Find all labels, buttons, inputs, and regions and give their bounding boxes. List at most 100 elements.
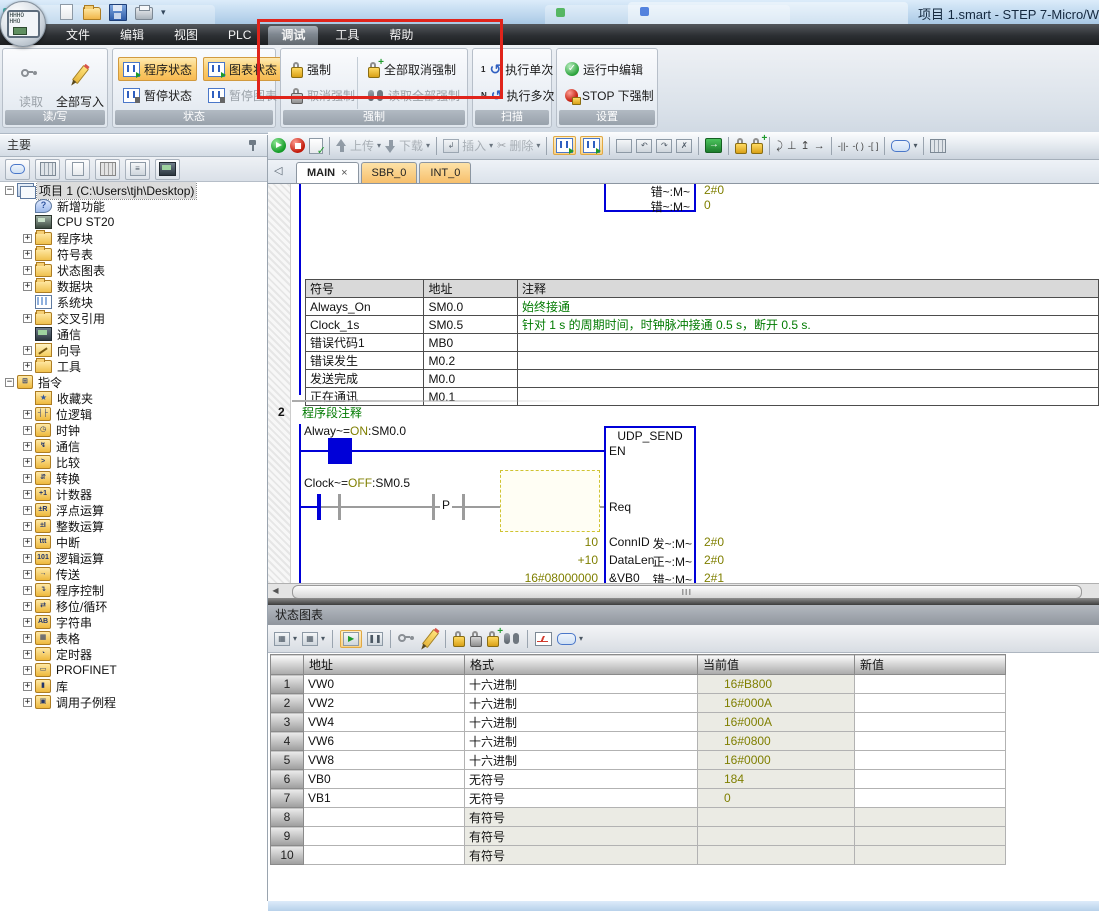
tree-item-bit-logic[interactable]: +位逻辑: [0, 406, 268, 422]
addressing-button[interactable]: ▾: [891, 140, 917, 152]
table-row[interactable]: 6VB0无符号184: [271, 770, 1006, 789]
tree-item-floating-point-math[interactable]: +浮点运算: [0, 502, 268, 518]
tab-int0[interactable]: INT_0: [419, 162, 471, 183]
table-row[interactable]: 7VB1无符号0: [271, 789, 1006, 808]
branch-down-tool[interactable]: ⤸: [776, 139, 783, 153]
status-chart-view-button[interactable]: [35, 159, 60, 180]
table-row[interactable]: 10有符号: [271, 846, 1006, 865]
tree-item-data-block[interactable]: +数据块: [0, 278, 268, 294]
editor-horizontal-scrollbar[interactable]: ◀: [268, 583, 1099, 598]
tab-edit[interactable]: 编辑: [107, 26, 157, 45]
run-button[interactable]: [271, 138, 286, 153]
table-row[interactable]: 3VW4十六进制16#000A: [271, 713, 1006, 732]
tree-item-table[interactable]: +表格: [0, 630, 268, 646]
new-document-icon[interactable]: [60, 4, 73, 20]
tree-item-program-control[interactable]: +程序控制: [0, 582, 268, 598]
table-row[interactable]: 8有符号: [271, 808, 1006, 827]
selection-placeholder-box[interactable]: [500, 470, 600, 532]
project-view-button[interactable]: [5, 159, 30, 180]
insert-contact-tool[interactable]: -||-: [838, 139, 849, 153]
tree-item-call-subroutines[interactable]: +调用子例程: [0, 694, 268, 710]
line-up-tool[interactable]: ↥: [801, 139, 810, 153]
table-row[interactable]: 4VW6十六进制16#0800: [271, 732, 1006, 751]
insert-coil-tool[interactable]: -( ): [852, 139, 864, 153]
tree-item-project-root[interactable]: −项目 1 (C:\Users\tjh\Desktop): [0, 182, 268, 198]
program-status-button[interactable]: 程序状态: [118, 57, 197, 81]
write-all-button[interactable]: 全部写入: [55, 55, 105, 115]
read-button[interactable]: [398, 634, 418, 644]
force-toolbar-button[interactable]: [735, 138, 747, 153]
status-chart-table[interactable]: 地址 格式 当前值 新值 1VW0十六进制16#B800 2VW2十六进制16#…: [270, 654, 1006, 865]
tree-item-move[interactable]: +传送: [0, 566, 268, 582]
branch-up-tool[interactable]: ⊥: [787, 139, 797, 153]
tree-item-instructions[interactable]: −指令: [0, 374, 268, 390]
stop-button[interactable]: [290, 138, 305, 153]
tree-item-symbol-table[interactable]: +符号表: [0, 246, 268, 262]
delete-button[interactable]: ✂删除▾: [497, 137, 540, 154]
cross-reference-view-button[interactable]: ≡: [125, 159, 150, 180]
tree-item-interrupt[interactable]: +中断: [0, 534, 268, 550]
network-comment[interactable]: 程序段注释: [302, 404, 362, 421]
download-button[interactable]: 下载▾: [385, 137, 430, 154]
pause-status-button[interactable]: 暂停状态: [118, 83, 197, 107]
line-right-tool[interactable]: →: [814, 139, 825, 153]
tree-item-convert[interactable]: +转换: [0, 470, 268, 486]
horizontal-splitter[interactable]: [268, 598, 1099, 605]
qat-overflow-icon[interactable]: ▾: [161, 7, 166, 18]
tree-item-communications[interactable]: 通信: [0, 326, 268, 342]
tab-main[interactable]: MAIN×: [296, 162, 359, 183]
system-block-view-button[interactable]: [95, 159, 120, 180]
insert-row-button[interactable]: ▦▾: [274, 632, 297, 646]
table-row[interactable]: 9有符号: [271, 827, 1006, 846]
tree-item-logical-operations[interactable]: +逻辑运算: [0, 550, 268, 566]
tree-item-cpu-st20[interactable]: CPU ST20: [0, 214, 268, 230]
tree-item-compare[interactable]: +比较: [0, 454, 268, 470]
tab-view[interactable]: 视图: [161, 26, 211, 45]
tree-item-cross-reference[interactable]: +交叉引用: [0, 310, 268, 326]
stop-force-button[interactable]: STOP 下强制: [560, 83, 659, 107]
force-button[interactable]: [453, 631, 465, 646]
save-icon[interactable]: [109, 4, 127, 21]
goto-button[interactable]: →: [705, 138, 722, 153]
scroll-left-icon[interactable]: ◀: [268, 584, 283, 598]
tree-item-whats-new[interactable]: ?新增功能: [0, 198, 268, 214]
previous-bookmark-button[interactable]: ↶: [636, 139, 652, 153]
program-status-toggle[interactable]: [553, 136, 576, 155]
unforce-all-button[interactable]: +: [487, 631, 499, 646]
ladder-editor[interactable]: 错~:M~ 错~:M~ 2#0 0 符号 地址 注释 Always_OnSM0.…: [268, 184, 1099, 583]
tab-file[interactable]: 文件: [53, 26, 103, 45]
delete-row-button[interactable]: ▦▾: [302, 632, 325, 646]
tree-item-counters[interactable]: +计数器: [0, 486, 268, 502]
read-all-forced-button[interactable]: [504, 633, 520, 644]
compile-button[interactable]: ✓: [309, 138, 323, 154]
tree-item-libraries[interactable]: +库: [0, 678, 268, 694]
print-icon[interactable]: [135, 7, 153, 20]
bookmark-button[interactable]: [616, 139, 632, 153]
tree-item-favorites[interactable]: ★收藏夹: [0, 390, 268, 406]
tree-item-profinet[interactable]: +PROFINET: [0, 662, 268, 678]
clear-bookmarks-button[interactable]: ✗: [676, 139, 692, 153]
tree-item-wizards[interactable]: +向导: [0, 342, 268, 358]
write-button[interactable]: [423, 629, 438, 648]
open-folder-icon[interactable]: [83, 7, 101, 20]
unforce-all-toolbar-button[interactable]: +: [751, 138, 763, 153]
tree-item-communications-instr[interactable]: +通信: [0, 438, 268, 454]
tree-item-timers[interactable]: +定时器: [0, 646, 268, 662]
tree-item-integer-math[interactable]: +整数运算: [0, 518, 268, 534]
tree-item-clock[interactable]: +时钟: [0, 422, 268, 438]
close-icon[interactable]: ×: [341, 164, 347, 183]
table-row[interactable]: 2VW2十六进制16#000A: [271, 694, 1006, 713]
tree-item-tools[interactable]: +工具: [0, 358, 268, 374]
insert-box-tool[interactable]: -[ ]: [868, 139, 879, 153]
tree-item-status-chart[interactable]: +状态图表: [0, 262, 268, 278]
insert-button[interactable]: ↲插入▾: [443, 137, 493, 154]
table-row[interactable]: 1VW0十六进制16#B800: [271, 675, 1006, 694]
trend-view-button[interactable]: [535, 632, 552, 646]
table-row[interactable]: 5VW8十六进制16#0000: [271, 751, 1006, 770]
scrollbar-thumb[interactable]: [292, 585, 1082, 599]
table-view-button[interactable]: [930, 139, 946, 153]
communications-view-button[interactable]: [155, 159, 180, 180]
pause-chart-button[interactable]: ❚❚: [367, 632, 383, 646]
read-button[interactable]: 读取: [7, 55, 55, 115]
chart-status-toggle[interactable]: [580, 136, 603, 155]
